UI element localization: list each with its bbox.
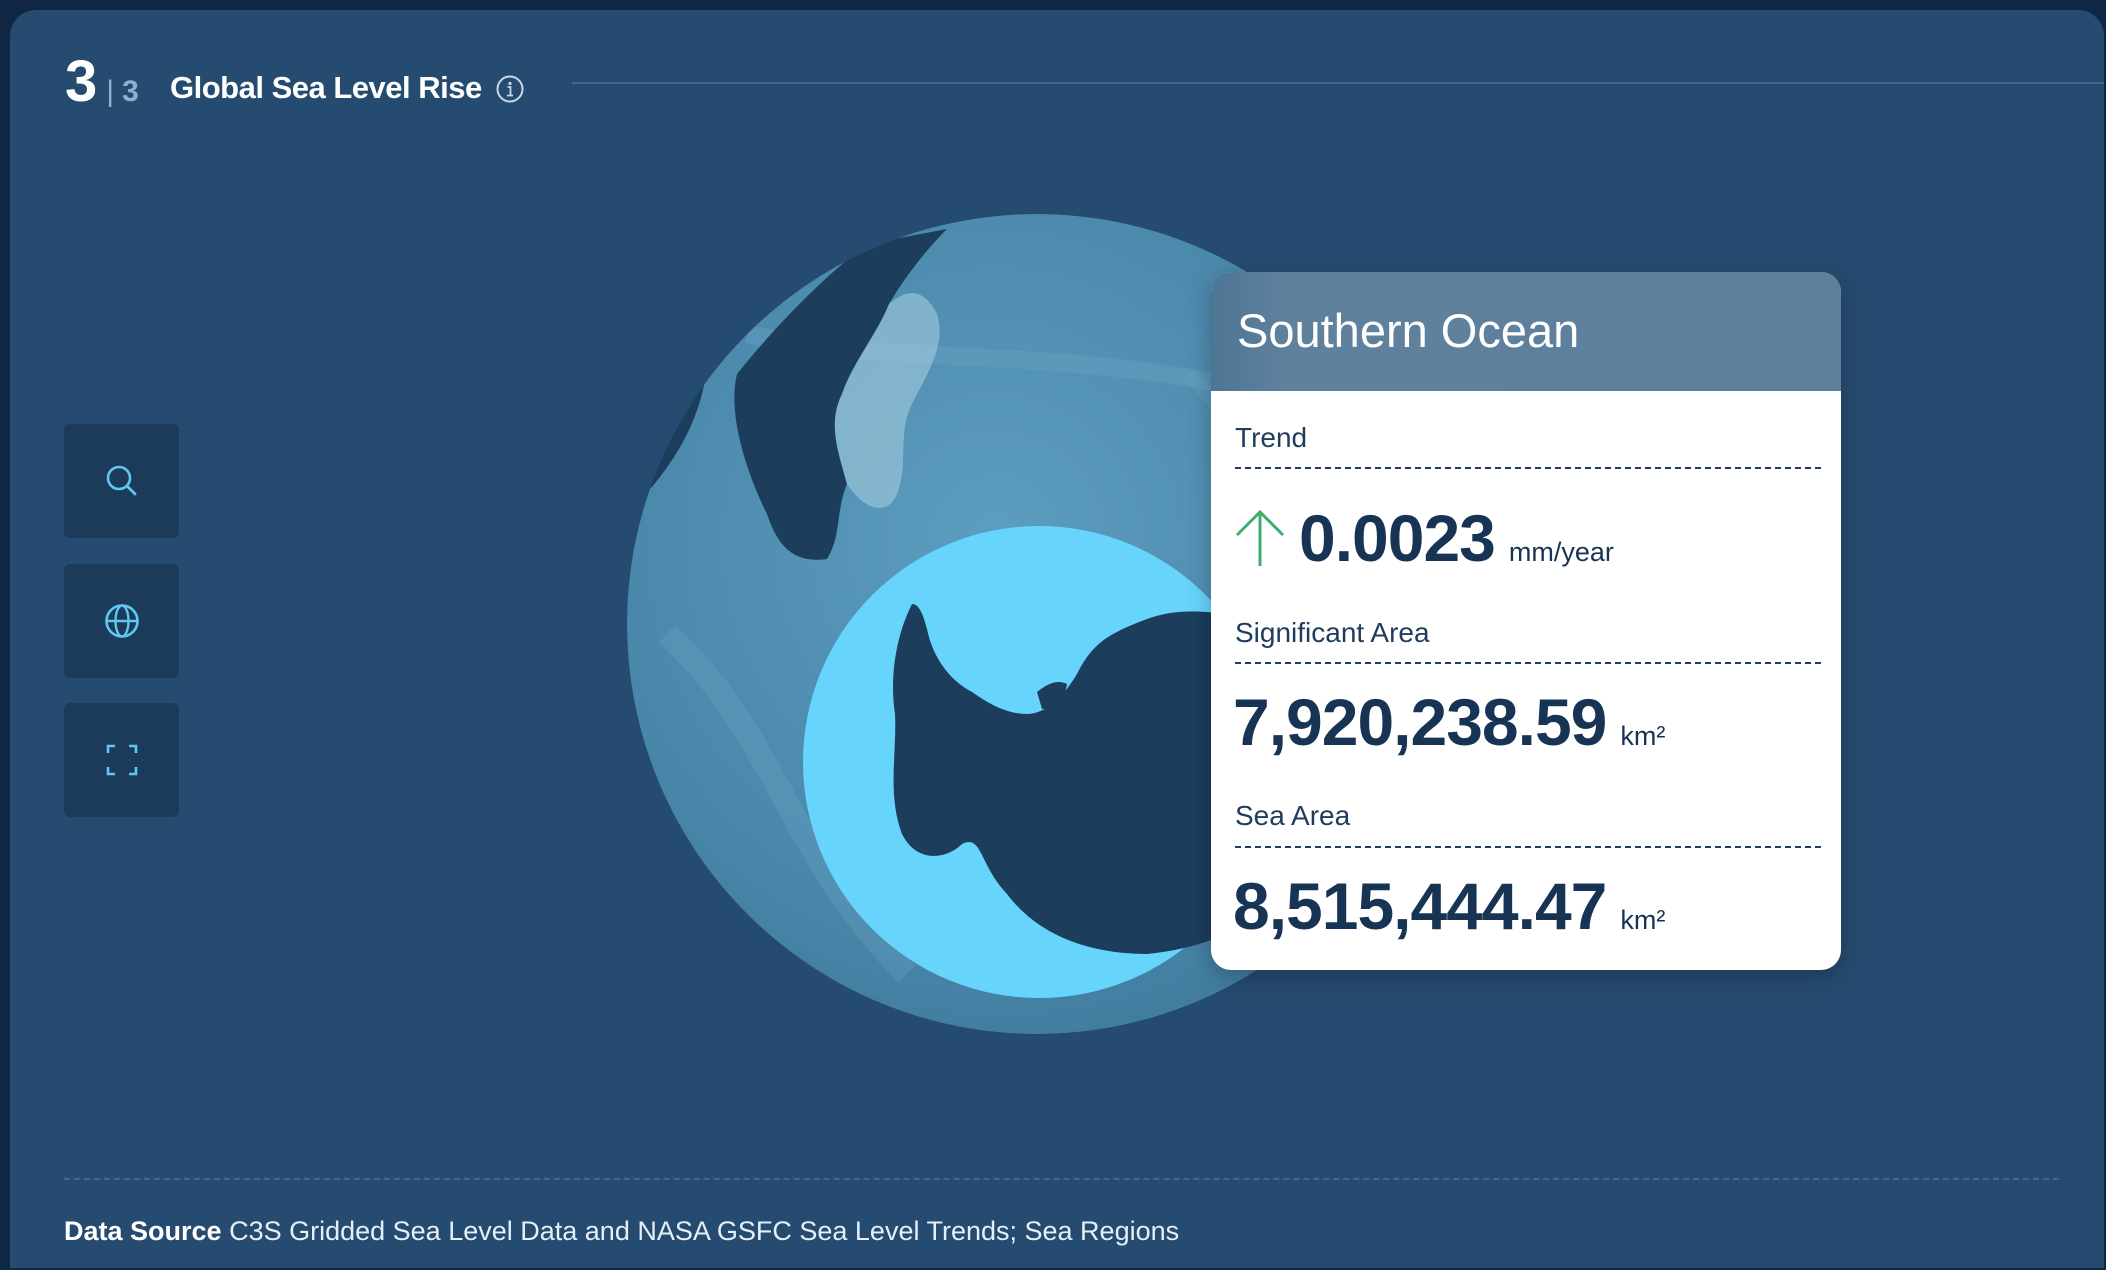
significant-area-unit: km² [1620, 721, 1666, 751]
significant-area-divider [1235, 662, 1821, 664]
step-current: 3 [65, 49, 97, 114]
sea-area-label: Sea Area [1235, 800, 1351, 831]
footer-divider [64, 1178, 2059, 1180]
data-source: Data Source C3S Gridded Sea Level Data a… [64, 1216, 1179, 1247]
sea-area-divider [1235, 846, 1821, 848]
trend-label: Trend [1235, 422, 1308, 453]
step-separator: | [106, 75, 115, 108]
step-total: 3 [122, 75, 139, 108]
header-divider [572, 82, 2104, 142]
globe-view-button[interactable] [64, 564, 179, 678]
step-indicator: 3 | 3 [65, 48, 139, 115]
sea-area-value: 8,515,444.47 [1233, 869, 1607, 943]
search-icon [106, 465, 136, 496]
sea-area-unit: km² [1620, 905, 1666, 935]
significant-area-label: Significant Area [1235, 617, 1430, 648]
trend-unit: mm/year [1508, 537, 1614, 567]
search-button[interactable] [64, 424, 179, 538]
region-title: Southern Ocean [1211, 272, 1841, 391]
data-source-text: C3S Gridded Sea Level Data and NASA GSFC… [229, 1216, 1180, 1246]
significant-area-row: 7,920,238.59 km² [1233, 684, 1665, 760]
trend-value: 0.0023 [1299, 501, 1496, 575]
sea-area-row: 8,515,444.47 km² [1233, 868, 1665, 944]
main-panel: 3 | 3 Global Sea Level Rise Southern Oce… [10, 10, 2104, 1268]
data-source-label: Data Source [64, 1216, 222, 1246]
fullscreen-button[interactable] [64, 703, 179, 817]
trend-value-row: 0.0023 mm/year [1233, 500, 1614, 576]
trend-up-arrow-icon [1235, 509, 1285, 566]
significant-area-value: 7,920,238.59 [1233, 685, 1607, 759]
page-title: Global Sea Level Rise [170, 70, 482, 105]
trend-divider [1235, 467, 1821, 469]
region-info-card: Southern Ocean Trend 0.0023 mm/year Sign… [1211, 272, 1841, 970]
globe-icon [104, 604, 139, 638]
fullscreen-icon [106, 744, 137, 776]
info-icon[interactable] [496, 75, 524, 103]
